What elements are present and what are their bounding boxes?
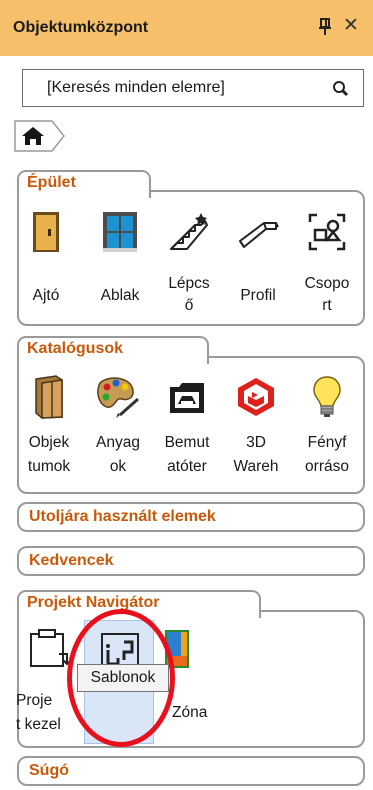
tool-label: Csopo (304, 275, 350, 292)
tool-label: Ajtó (32, 287, 60, 304)
tool-3d-warehouse[interactable]: 3D Wareh (223, 372, 289, 490)
tool-label: Zóna (172, 704, 208, 721)
wardrobe-icon (16, 374, 82, 420)
close-icon[interactable]: ✕ (343, 16, 359, 36)
tool-profil[interactable]: Profil (225, 205, 291, 320)
section-title: Súgó (29, 762, 69, 779)
section-title: Projekt Navigátor (27, 594, 160, 611)
tool-csoport[interactable]: Csopo rt (294, 205, 360, 320)
window-title-bar: Objektumközpont ✕ (0, 0, 373, 56)
tool-label: Profil (240, 287, 276, 304)
tool-label: ok (109, 458, 127, 475)
breadcrumb (14, 120, 66, 152)
palette-icon (85, 374, 151, 420)
section-sugo[interactable]: Súgó (17, 756, 365, 786)
section-title: Utoljára használt elemek (29, 508, 216, 525)
lightbulb-icon (294, 374, 360, 420)
section-title: Katalógusok (27, 340, 124, 357)
tool-label: rt (322, 297, 332, 314)
search-placeholder: [Keresés minden elemre] (47, 79, 225, 96)
tool-label: tumok (27, 458, 71, 475)
window-icon (87, 209, 153, 255)
tool-label: orráso (305, 458, 349, 475)
tool-fenyforrasok[interactable]: Fényf orráso (294, 372, 360, 490)
home-breadcrumb-icon[interactable] (14, 120, 66, 152)
tool-ajto[interactable]: Ajtó (13, 205, 79, 320)
search-input[interactable]: [Keresés minden elemre] (22, 69, 364, 107)
tool-label: Bemut (164, 434, 210, 451)
tool-label: Fényf (307, 434, 347, 451)
tool-anyagok[interactable]: Anyag ok (85, 372, 151, 490)
window-title: Objektumközpont (13, 19, 149, 36)
showroom-icon (154, 374, 220, 420)
3d-warehouse-icon (223, 374, 289, 420)
tool-lepcso[interactable]: Lépcs ő (156, 205, 222, 320)
tool-label: Objek (28, 434, 70, 451)
section-title: Kedvencek (29, 552, 114, 569)
door-icon (13, 209, 79, 255)
profile-icon (225, 209, 291, 255)
group-icon (294, 209, 360, 255)
tool-label: t kezel (16, 716, 61, 733)
search-icon[interactable] (331, 80, 351, 98)
tool-label: atóter (167, 458, 207, 475)
highlight-ring (67, 609, 175, 747)
tool-label: ő (184, 297, 194, 314)
pin-icon[interactable] (318, 18, 332, 36)
tool-label: Wareh (233, 458, 279, 475)
tool-label: Anyag (96, 434, 140, 451)
section-title: Épület (27, 174, 76, 191)
tool-bemutatoter[interactable]: Bemut atóter (154, 372, 220, 490)
section-kedvencek[interactable]: Kedvencek (17, 546, 365, 576)
tool-label: Lépcs (168, 275, 210, 292)
tool-objektumok[interactable]: Objek tumok (16, 372, 82, 490)
section-utoljara[interactable]: Utoljára használt elemek (17, 502, 365, 532)
tool-label: Ablak (100, 287, 140, 304)
stairs-icon (156, 209, 222, 255)
tool-ablak[interactable]: Ablak (87, 205, 153, 320)
tool-label: 3D (246, 434, 266, 451)
